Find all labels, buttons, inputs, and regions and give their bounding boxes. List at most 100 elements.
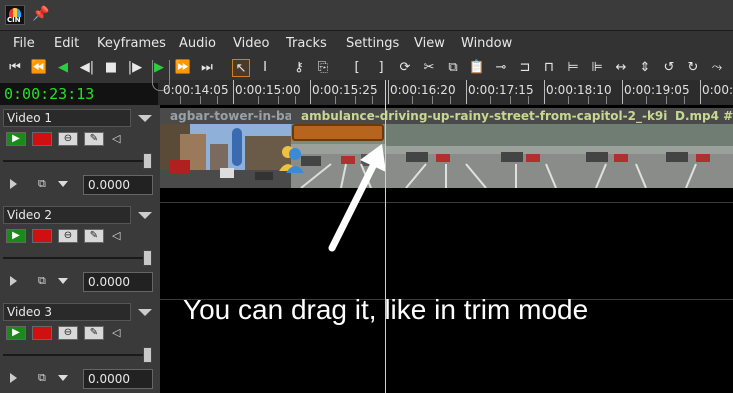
in-point-icon[interactable]: [ bbox=[348, 59, 366, 77]
user-avatar-icon bbox=[278, 143, 306, 173]
fast-reverse-icon[interactable]: ⏪ bbox=[30, 59, 48, 77]
play-track-button[interactable]: ▶ bbox=[6, 132, 26, 146]
gang-track-button[interactable]: ⊖ bbox=[58, 132, 78, 146]
record-track-button[interactable] bbox=[32, 132, 52, 146]
overwrite-icon[interactable]: ⊸ bbox=[492, 59, 510, 77]
menu-view[interactable]: View bbox=[414, 36, 445, 51]
mute-speaker-icon[interactable]: ◁ bbox=[112, 133, 124, 145]
align-right-icon[interactable]: ⊫ bbox=[588, 59, 606, 77]
expand-track-icon[interactable] bbox=[10, 276, 17, 286]
fader-knob[interactable] bbox=[143, 153, 152, 169]
overlay-mode-icon[interactable]: ⧉ bbox=[38, 372, 52, 384]
thumbnail-ambulance-2 bbox=[386, 124, 733, 188]
annotation-caption: You can drag it, like in trim mode bbox=[183, 294, 589, 325]
fader-track bbox=[3, 257, 143, 259]
arrow-mode-icon[interactable]: ↖ bbox=[232, 59, 250, 77]
play-track-button[interactable]: ▶ bbox=[6, 229, 26, 243]
draw-media-button[interactable]: ✎ bbox=[84, 132, 104, 146]
draw-media-button[interactable]: ✎ bbox=[84, 326, 104, 340]
fit-selection-icon[interactable]: ↔ bbox=[612, 59, 630, 77]
nudge-field[interactable]: 0.0000 bbox=[83, 272, 153, 292]
edit-title-ambulance[interactable]: ambulance-driving-up-rainy-street-from-c… bbox=[291, 108, 675, 124]
out-point-icon[interactable]: ] bbox=[372, 59, 390, 77]
overlay-mode-icon[interactable]: ⧉ bbox=[38, 178, 52, 190]
menu-window[interactable]: Window bbox=[461, 36, 512, 51]
cinelerra-logo-icon: CIN bbox=[5, 5, 25, 25]
drag-selection-handle[interactable] bbox=[292, 124, 384, 141]
more-tools-icon[interactable]: ⤳ bbox=[708, 59, 726, 77]
overlay-dropdown-icon[interactable] bbox=[58, 181, 68, 187]
ruler-label: 0:00:14:05 bbox=[163, 83, 229, 97]
menu-tracks[interactable]: Tracks bbox=[286, 36, 327, 51]
annotation-arrow-icon bbox=[328, 144, 386, 252]
track-name-field[interactable]: Video 3 bbox=[3, 303, 131, 321]
edit-title-continuation[interactable]: D.mp4 #1 bbox=[667, 108, 733, 124]
draw-media-button[interactable]: ✎ bbox=[84, 229, 104, 243]
splice-icon[interactable]: ⊐ bbox=[516, 59, 534, 77]
ruler-label: 0:00:16:20 bbox=[390, 83, 456, 97]
fader-track bbox=[3, 354, 143, 356]
track-menu-chevron-icon[interactable] bbox=[138, 309, 152, 316]
menu-keyframes[interactable]: Keyframes bbox=[97, 36, 166, 51]
frame-forward-icon[interactable]: |▶ bbox=[126, 59, 144, 77]
ruler-label: 0:00:19:05 bbox=[624, 83, 690, 97]
menu-file[interactable]: File bbox=[13, 36, 35, 51]
clip-icon[interactable]: ⊓ bbox=[540, 59, 558, 77]
key-icon[interactable]: ⚷ bbox=[290, 59, 308, 77]
align-left-icon[interactable]: ⊨ bbox=[564, 59, 582, 77]
fader-knob[interactable] bbox=[143, 250, 152, 266]
gang-track-button[interactable]: ⊖ bbox=[58, 229, 78, 243]
transport-toolbar: ⏮ ⏪ ◀ ◀| ■ |▶ ▶ ⏩ ⏭ ↖ I ⚷ ⎘ [ ] ⟳ ✂ ⧉ 📋 … bbox=[0, 55, 733, 83]
frame-back-icon[interactable]: ◀| bbox=[78, 59, 96, 77]
expand-track-icon[interactable] bbox=[10, 373, 17, 383]
overlay-dropdown-icon[interactable] bbox=[58, 278, 68, 284]
menu-audio[interactable]: Audio bbox=[179, 36, 216, 51]
undo-icon[interactable]: ↺ bbox=[660, 59, 678, 77]
timeline-ruler[interactable]: 0:00:14:05 0:00:15:00 0:00:15:25 0:00:16… bbox=[152, 60, 733, 104]
mute-speaker-icon[interactable]: ◁ bbox=[112, 230, 124, 242]
insertion-cursor bbox=[385, 80, 386, 393]
ibeam-mode-icon[interactable]: I bbox=[256, 59, 274, 77]
gang-track-button[interactable]: ⊖ bbox=[58, 326, 78, 340]
rewind-start-icon[interactable]: ⏮ bbox=[6, 59, 24, 77]
fader-track bbox=[3, 160, 143, 162]
play-track-button[interactable]: ▶ bbox=[6, 326, 26, 340]
menu-bar: File Edit Keyframes Audio Video Tracks S… bbox=[0, 31, 733, 55]
window-titlebar: CIN 📌 bbox=[0, 0, 733, 31]
jump-end-icon[interactable]: ⏭ bbox=[198, 59, 216, 77]
track-name-field[interactable]: Video 1 bbox=[3, 109, 131, 127]
reverse-play-icon[interactable]: ◀ bbox=[54, 59, 72, 77]
timecode-value: 0:00:23:13 bbox=[4, 85, 95, 103]
redo-icon[interactable]: ↻ bbox=[684, 59, 702, 77]
nudge-field[interactable]: 0.0000 bbox=[83, 175, 153, 195]
fast-forward-icon[interactable]: ⏩ bbox=[174, 59, 192, 77]
record-track-button[interactable] bbox=[32, 229, 52, 243]
mute-speaker-icon[interactable]: ◁ bbox=[112, 327, 124, 339]
menu-edit[interactable]: Edit bbox=[54, 36, 79, 51]
ruler-label: 0:00:20 bbox=[702, 83, 733, 97]
paste-icon[interactable]: 📋 bbox=[468, 59, 486, 77]
ruler-label: 0:00:18:10 bbox=[546, 83, 612, 97]
timecode-display: 0:00:23:13 bbox=[0, 83, 158, 105]
clipboard-icon[interactable]: ⎘ bbox=[314, 59, 332, 77]
edit-title-agbar[interactable]: agbar-tower-in-barc bbox=[160, 108, 291, 124]
overlay-dropdown-icon[interactable] bbox=[58, 375, 68, 381]
track-menu-chevron-icon[interactable] bbox=[138, 212, 152, 219]
record-track-button[interactable] bbox=[32, 326, 52, 340]
ruler-label: 0:00:17:15 bbox=[468, 83, 534, 97]
track-name-field[interactable]: Video 2 bbox=[3, 206, 131, 224]
expand-track-icon[interactable] bbox=[10, 179, 17, 189]
fader-knob[interactable] bbox=[143, 347, 152, 363]
menu-settings[interactable]: Settings bbox=[346, 36, 399, 51]
fit-vertical-icon[interactable]: ⇕ bbox=[636, 59, 654, 77]
overlay-mode-icon[interactable]: ⧉ bbox=[38, 275, 52, 287]
copy-icon[interactable]: ⧉ bbox=[444, 59, 462, 77]
thumbnail-agbar bbox=[160, 124, 291, 188]
stop-icon[interactable]: ■ bbox=[102, 59, 120, 77]
toggle-label-icon[interactable]: ⟳ bbox=[396, 59, 414, 77]
pin-icon[interactable]: 📌 bbox=[32, 6, 49, 22]
nudge-field[interactable]: 0.0000 bbox=[83, 369, 153, 389]
track-menu-chevron-icon[interactable] bbox=[138, 115, 152, 122]
menu-video[interactable]: Video bbox=[233, 36, 269, 51]
cut-icon[interactable]: ✂ bbox=[420, 59, 438, 77]
